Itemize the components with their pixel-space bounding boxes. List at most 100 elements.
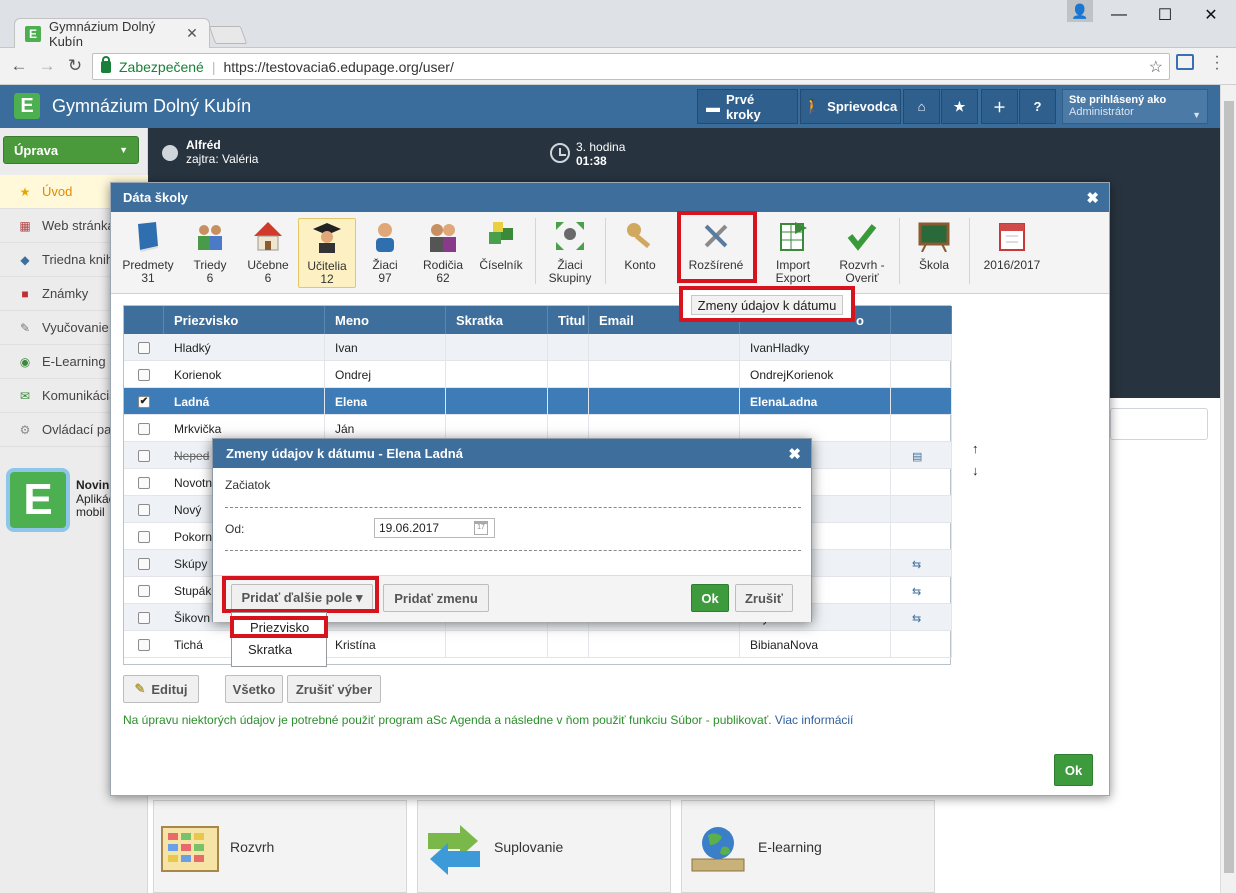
browser-menu-icon[interactable]: · · ·	[1210, 49, 1224, 77]
toolbar-separator	[605, 218, 606, 284]
cast-icon[interactable]	[1176, 54, 1194, 70]
menu-item-date-changes[interactable]: Zmeny údajov k dátumu	[691, 295, 843, 315]
search-input[interactable]	[1110, 408, 1208, 440]
close-icon[interactable]: ✖	[788, 445, 801, 463]
row-checkbox[interactable]	[138, 558, 150, 570]
cell-first-name: Ondrej	[325, 361, 446, 388]
maximize-icon[interactable]: ☐	[1142, 0, 1188, 30]
field-option-abbreviation[interactable]: Skratka	[232, 639, 326, 659]
toolbar-account[interactable]: Konto	[611, 218, 669, 288]
swap-arrows-icon[interactable]: ⇆	[912, 558, 928, 571]
row-checkbox[interactable]	[138, 612, 150, 624]
chalkboard-icon	[918, 222, 950, 253]
table-row[interactable]: Korienok Ondrej OndrejKorienok	[124, 361, 952, 388]
row-checkbox[interactable]	[138, 531, 150, 543]
printer-icon[interactable]: ▤	[912, 450, 928, 463]
move-down-icon[interactable]: ↓	[972, 460, 988, 482]
web-page-icon: ▦	[19, 218, 31, 233]
clear-selection-button[interactable]: Zrušiť výber	[287, 675, 381, 703]
address-separator: |	[211, 58, 216, 75]
edit-button[interactable]: ✎ Edituj	[123, 675, 199, 703]
row-checkbox[interactable]	[138, 450, 150, 462]
toolbar-codebook[interactable]: Číselník	[472, 218, 530, 288]
page-scrollbar[interactable]	[1220, 85, 1236, 893]
address-bar[interactable]: Zabezpečené | https://testovacia6.edupag…	[92, 53, 1170, 80]
new-tab-button[interactable]	[208, 26, 248, 44]
toolbar-student-groups[interactable]: Žiaci Skupiny	[541, 218, 599, 288]
reload-icon[interactable]: ↻	[62, 54, 88, 78]
close-tab-icon[interactable]: ✕	[183, 25, 201, 42]
column-surname[interactable]: Priezvisko	[164, 306, 325, 334]
move-up-icon[interactable]: ↑	[972, 438, 988, 460]
toolbar-parents[interactable]: Rodičia 62	[414, 218, 472, 288]
calendar-picker-icon[interactable]: 17	[474, 521, 488, 535]
more-info-link[interactable]: Viac informácií	[775, 713, 853, 727]
from-date-input[interactable]: 19.06.2017 17	[374, 518, 495, 538]
home-button[interactable]: ⌂	[903, 89, 940, 124]
profile-icon[interactable]: 👤	[1067, 0, 1093, 22]
swap-arrows-icon[interactable]: ⇆	[912, 612, 928, 625]
row-checkbox[interactable]	[138, 639, 150, 651]
row-checkbox[interactable]: ✔	[138, 396, 150, 408]
close-window-icon[interactable]: ✕	[1188, 0, 1234, 30]
toolbar-school-year[interactable]: 2016/2017	[977, 218, 1047, 288]
add-button[interactable]: ＋	[981, 89, 1018, 124]
column-first-name[interactable]: Meno	[325, 306, 446, 334]
row-checkbox[interactable]	[138, 477, 150, 489]
browser-titlebar: E Gymnázium Dolný Kubín ✕ 👤 — ☐ ✕	[0, 0, 1236, 49]
scrollbar-thumb[interactable]	[1224, 101, 1234, 873]
edupage-favicon-icon: E	[25, 25, 41, 42]
school-title[interactable]: Gymnázium Dolný Kubín	[52, 96, 251, 117]
forward-icon[interactable]: →	[34, 54, 60, 78]
close-icon[interactable]: ✖	[1086, 189, 1099, 207]
bookmark-star-icon[interactable]: ☆	[1149, 57, 1163, 77]
row-checkbox[interactable]	[138, 504, 150, 516]
sidebar-item-label: Triedna kniha	[42, 252, 121, 267]
swap-arrows-icon[interactable]: ⇆	[912, 585, 928, 598]
browser-tab[interactable]: E Gymnázium Dolný Kubín ✕	[14, 18, 210, 49]
toolbar-school[interactable]: Škola	[905, 218, 963, 288]
back-icon[interactable]: ←	[6, 54, 32, 78]
edit-menu-button[interactable]: Úprava ▼	[3, 136, 139, 164]
table-row[interactable]: Hladký Ivan IvanHladky	[124, 334, 952, 361]
tile-suplovanie[interactable]: Suplovanie	[417, 800, 671, 893]
tile-rozvrh[interactable]: Rozvrh	[153, 800, 407, 893]
date-changes-cancel-button[interactable]: Zrušiť	[735, 584, 793, 612]
cell-surname: Hladký	[164, 334, 325, 361]
students-group-icon	[198, 225, 222, 250]
guide-button[interactable]: 🚶 Sprievodca	[800, 89, 901, 124]
toolbar-classrooms[interactable]: Učebne 6	[239, 218, 297, 288]
toolbar-verify-timetable[interactable]: Rozvrh - Overiť	[831, 218, 893, 288]
toolbar-teachers[interactable]: Učitelia 12	[298, 218, 356, 288]
browser-toolbar: ← → ↻ Zabezpečené | https://testovacia6.…	[0, 48, 1236, 85]
date-changes-ok-button[interactable]: Ok	[691, 584, 729, 612]
column-title[interactable]: Titul	[548, 306, 589, 334]
app-header: E Gymnázium Dolný Kubín ▬ Prvé kroky 🚶 Spr…	[0, 85, 1220, 128]
first-steps-button[interactable]: ▬ Prvé kroky	[697, 89, 798, 124]
help-button[interactable]: ?	[1019, 89, 1056, 124]
toolbar-students[interactable]: Žiaci 97	[356, 218, 414, 288]
cell-login: BibianaNova	[740, 631, 891, 658]
minimize-icon[interactable]: —	[1096, 0, 1142, 30]
row-checkbox[interactable]	[138, 585, 150, 597]
toolbar-import-export[interactable]: Import Export	[765, 218, 821, 288]
clock-icon	[550, 143, 570, 163]
row-checkbox[interactable]	[138, 423, 150, 435]
row-checkbox[interactable]	[138, 369, 150, 381]
favorites-button[interactable]: ★	[941, 89, 978, 124]
toolbar-classes[interactable]: Triedy 6	[181, 218, 239, 288]
star-icon: ★	[19, 184, 31, 199]
toolbar-subjects[interactable]: Predmety 31	[119, 218, 177, 288]
cell-login: OndrejKorienok	[740, 361, 891, 388]
add-change-button[interactable]: Pridať zmenu	[383, 584, 489, 612]
tile-elearning[interactable]: E-learning	[681, 800, 935, 893]
table-row[interactable]: ✔ Ladná Elena ElenaLadna	[124, 388, 952, 415]
column-abbreviation[interactable]: Skratka	[446, 306, 548, 334]
user-menu[interactable]: Ste prihlásený ako Administrátor ▼	[1062, 89, 1208, 124]
edupage-logo-icon[interactable]: E	[14, 93, 40, 119]
dialog-ok-button[interactable]: Ok	[1054, 754, 1093, 786]
field-option-surname[interactable]: Priezvisko	[230, 616, 328, 638]
select-all-button[interactable]: Všetko	[225, 675, 283, 703]
dashed-divider	[225, 550, 801, 551]
row-checkbox[interactable]	[138, 342, 150, 354]
